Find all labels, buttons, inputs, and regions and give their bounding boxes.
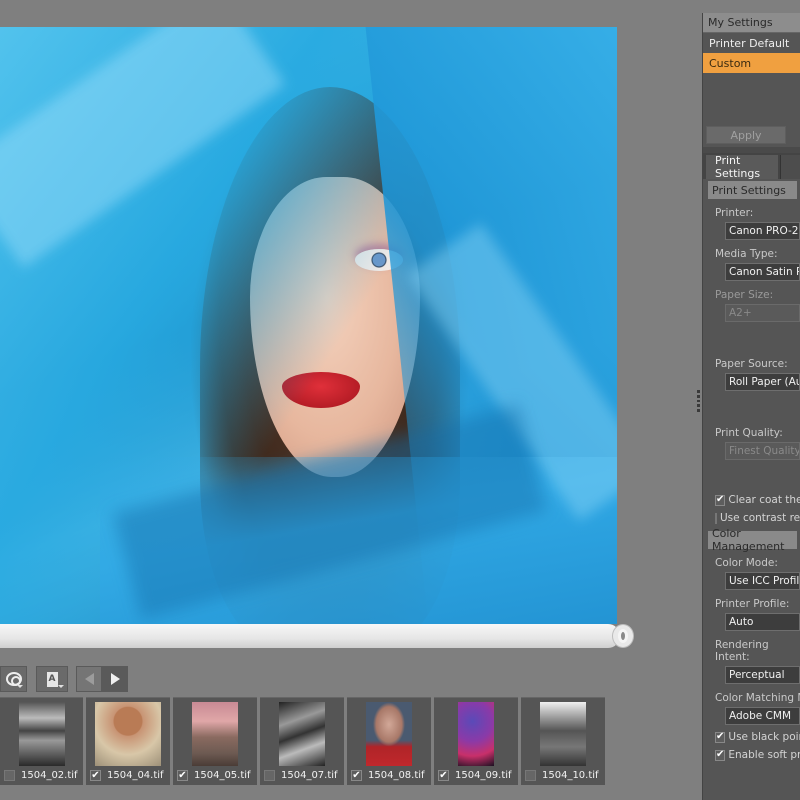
thumbnail-image <box>366 702 412 766</box>
rendering-intent-select[interactable]: Perceptual <box>725 666 800 684</box>
clear-coat-label: Clear coat the entire surface <box>728 494 800 506</box>
arrow-left-icon <box>84 673 94 685</box>
tab-other[interactable] <box>780 155 800 179</box>
paper-source-label: Paper Source: <box>715 358 788 370</box>
thumbnail-filename: 1504_05.tif <box>194 770 251 781</box>
print-quality-label: Print Quality: <box>715 427 783 439</box>
thumbnail-image <box>192 702 238 766</box>
thumbnail-checkbox[interactable] <box>525 770 536 781</box>
contrast-reproduction-label: Use contrast reproduction <box>720 512 800 524</box>
roll-paper-graphic <box>0 624 620 648</box>
next-page-button[interactable] <box>102 666 128 692</box>
thumbnail-image <box>279 702 325 766</box>
thumbnail-checkbox[interactable]: ✔ <box>438 770 449 781</box>
thumbnail-checkbox[interactable]: ✔ <box>177 770 188 781</box>
thumbnail-checkbox[interactable] <box>264 770 275 781</box>
preview-toolbar: A <box>0 666 128 692</box>
printer-profile-label: Printer Profile: <box>715 598 790 610</box>
arrow-right-icon <box>110 673 120 685</box>
my-settings-item-custom[interactable]: Custom <box>703 53 800 73</box>
roll-paper-button[interactable] <box>0 666 27 692</box>
thumbnail-image <box>95 702 161 766</box>
rendering-intent-label: Rendering Intent: <box>715 639 769 663</box>
my-settings-item-printer-default[interactable]: Printer Default <box>703 33 800 53</box>
black-point-checkbox[interactable]: ✔ <box>715 731 726 743</box>
contrast-reproduction-checkbox[interactable] <box>715 512 717 524</box>
dropdown-arrow-icon <box>58 685 64 688</box>
thumbnail-image <box>540 702 586 766</box>
thumbnail-filename: 1504_04.tif <box>107 770 164 781</box>
paper-source-select[interactable]: Roll Paper (Auto) <box>725 373 800 391</box>
page-layout-icon: A <box>46 671 58 687</box>
settings-panel: My Settings Printer Default Custom Apply… <box>702 13 800 800</box>
thumbnail-filename: 1504_07.tif <box>281 770 338 781</box>
my-settings-header: My Settings <box>703 13 800 33</box>
media-type-select[interactable]: Canon Satin Photo <box>725 263 800 281</box>
thumbnail-filename: 1504_08.tif <box>368 770 425 781</box>
printer-label: Printer: <box>715 207 754 219</box>
apply-button[interactable]: Apply <box>706 126 786 144</box>
thumbnail-item[interactable]: 1504_07.tif <box>260 697 344 785</box>
settings-tabs: Print Settings <box>703 153 800 180</box>
printer-select[interactable]: Canon PRO-2000 <box>725 222 800 240</box>
color-mode-label: Color Mode: <box>715 557 778 569</box>
thumbnail-item[interactable]: 1504_10.tif <box>521 697 605 785</box>
color-matching-method-select[interactable]: Adobe CMM <box>725 707 800 725</box>
color-mode-select[interactable]: Use ICC Profile <box>725 572 800 590</box>
thumbnail-filename: 1504_09.tif <box>455 770 512 781</box>
thumbnail-image <box>458 702 494 766</box>
soft-proof-checkbox[interactable]: ✔ <box>715 749 726 761</box>
thumbnail-item[interactable]: ✔ 1504_08.tif <box>347 697 431 785</box>
thumbnail-checkbox[interactable]: ✔ <box>351 770 362 781</box>
thumbnail-filename: 1504_10.tif <box>542 770 599 781</box>
color-matching-method-label: Color Matching Method: <box>715 692 800 704</box>
soft-proof-label: Enable soft proofing <box>728 749 800 761</box>
thumbnail-image <box>18 702 65 766</box>
thumbnail-strip: 1504_02.tif ✔ 1504_04.tif ✔ 1504_05.tif … <box>0 697 608 785</box>
dropdown-arrow-icon <box>17 685 23 688</box>
print-preview-image <box>0 27 617 624</box>
previous-page-button[interactable] <box>76 666 102 692</box>
thumbnail-checkbox[interactable] <box>4 770 15 781</box>
paper-size-label: Paper Size: <box>715 289 774 301</box>
clear-coat-checkbox[interactable]: ✔ <box>715 494 726 506</box>
page-layout-button[interactable]: A <box>36 666 68 692</box>
color-management-section-header[interactable]: Color Management <box>708 527 797 553</box>
thumbnail-filename: 1504_02.tif <box>21 770 78 781</box>
print-settings-section-header[interactable]: Print Settings <box>708 181 797 199</box>
tab-print-settings[interactable]: Print Settings <box>706 154 779 180</box>
thumbnail-item[interactable]: ✔ 1504_04.tif <box>86 697 170 785</box>
roll-paper-icon <box>5 672 22 686</box>
paper-size-select[interactable]: A2+ <box>725 304 800 322</box>
panel-resize-handle[interactable] <box>697 390 700 412</box>
black-point-label: Use black point compensation <box>728 731 800 743</box>
thumbnail-item[interactable]: 1504_02.tif <box>0 697 83 785</box>
print-quality-select[interactable]: Finest Quality <box>725 442 800 460</box>
roll-paper-end-icon <box>612 624 634 648</box>
thumbnail-item[interactable]: ✔ 1504_09.tif <box>434 697 518 785</box>
thumbnail-checkbox[interactable]: ✔ <box>90 770 101 781</box>
media-type-label: Media Type: <box>715 248 778 260</box>
thumbnail-item[interactable]: ✔ 1504_05.tif <box>173 697 257 785</box>
printer-profile-select[interactable]: Auto <box>725 613 800 631</box>
